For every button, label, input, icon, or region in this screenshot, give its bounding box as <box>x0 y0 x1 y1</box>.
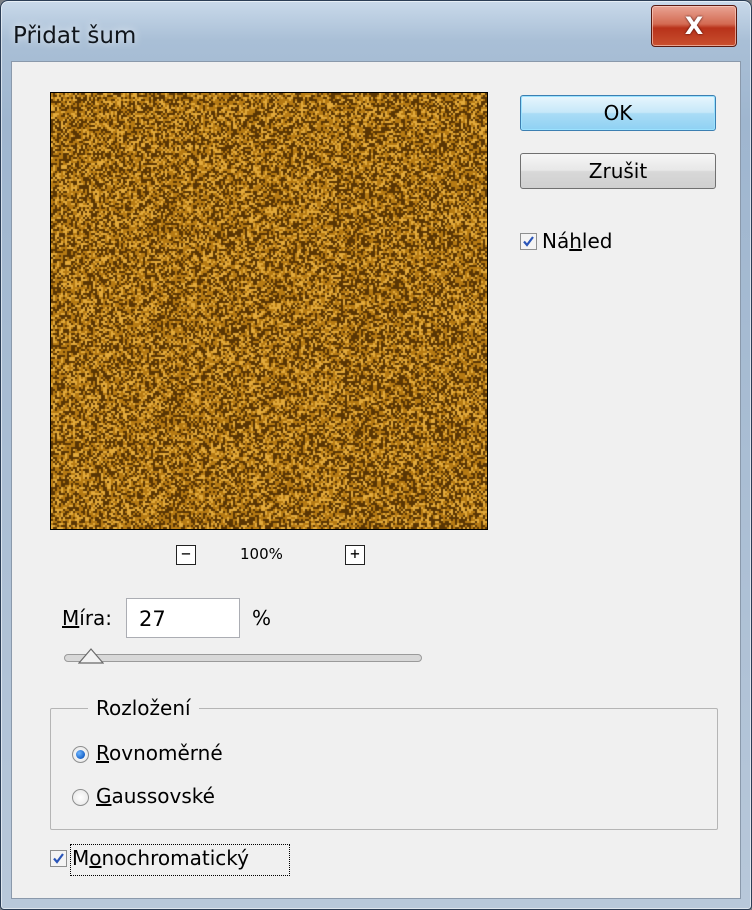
preview-checkbox[interactable] <box>520 233 537 250</box>
amount-slider-thumb[interactable] <box>78 648 104 664</box>
checkmark-icon <box>53 853 64 864</box>
window-title: Přidat šum <box>13 23 137 49</box>
gaussian-radio[interactable] <box>72 789 89 806</box>
amount-input[interactable]: 27 <box>126 598 240 638</box>
close-button[interactable]: X <box>651 5 737 47</box>
preview-label[interactable]: Náhled <box>542 229 612 253</box>
zoom-in-button[interactable]: + <box>345 545 365 565</box>
gaussian-label[interactable]: Gaussovské <box>96 784 215 808</box>
distribution-legend: Rozložení <box>88 696 199 720</box>
add-noise-dialog: Přidat šum X − 100% + OK Zrušit Náhled M… <box>0 0 752 910</box>
zoom-out-button[interactable]: − <box>176 545 196 565</box>
amount-slider[interactable] <box>64 654 422 662</box>
uniform-radio[interactable] <box>72 746 89 763</box>
minus-icon: − <box>181 544 191 563</box>
uniform-label[interactable]: Rovnoměrné <box>96 741 223 765</box>
checkmark-icon <box>523 236 534 247</box>
title-bar[interactable]: Přidat šum X <box>1 1 751 61</box>
monochromatic-checkbox[interactable] <box>50 850 67 867</box>
monochromatic-label[interactable]: Monochromatický <box>72 846 249 870</box>
zoom-level: 100% <box>240 545 283 563</box>
amount-unit: % <box>252 606 272 630</box>
plus-icon: + <box>350 544 360 563</box>
cancel-button[interactable]: Zrušit <box>520 153 716 189</box>
distribution-group <box>50 708 718 830</box>
amount-label: Míra: <box>62 606 113 630</box>
dialog-body: − 100% + OK Zrušit Náhled Míra: 27 % Roz… <box>11 61 741 899</box>
ok-button[interactable]: OK <box>520 95 716 131</box>
close-icon: X <box>684 12 704 40</box>
noise-preview[interactable] <box>50 92 488 530</box>
noise-preview-canvas <box>51 93 487 529</box>
